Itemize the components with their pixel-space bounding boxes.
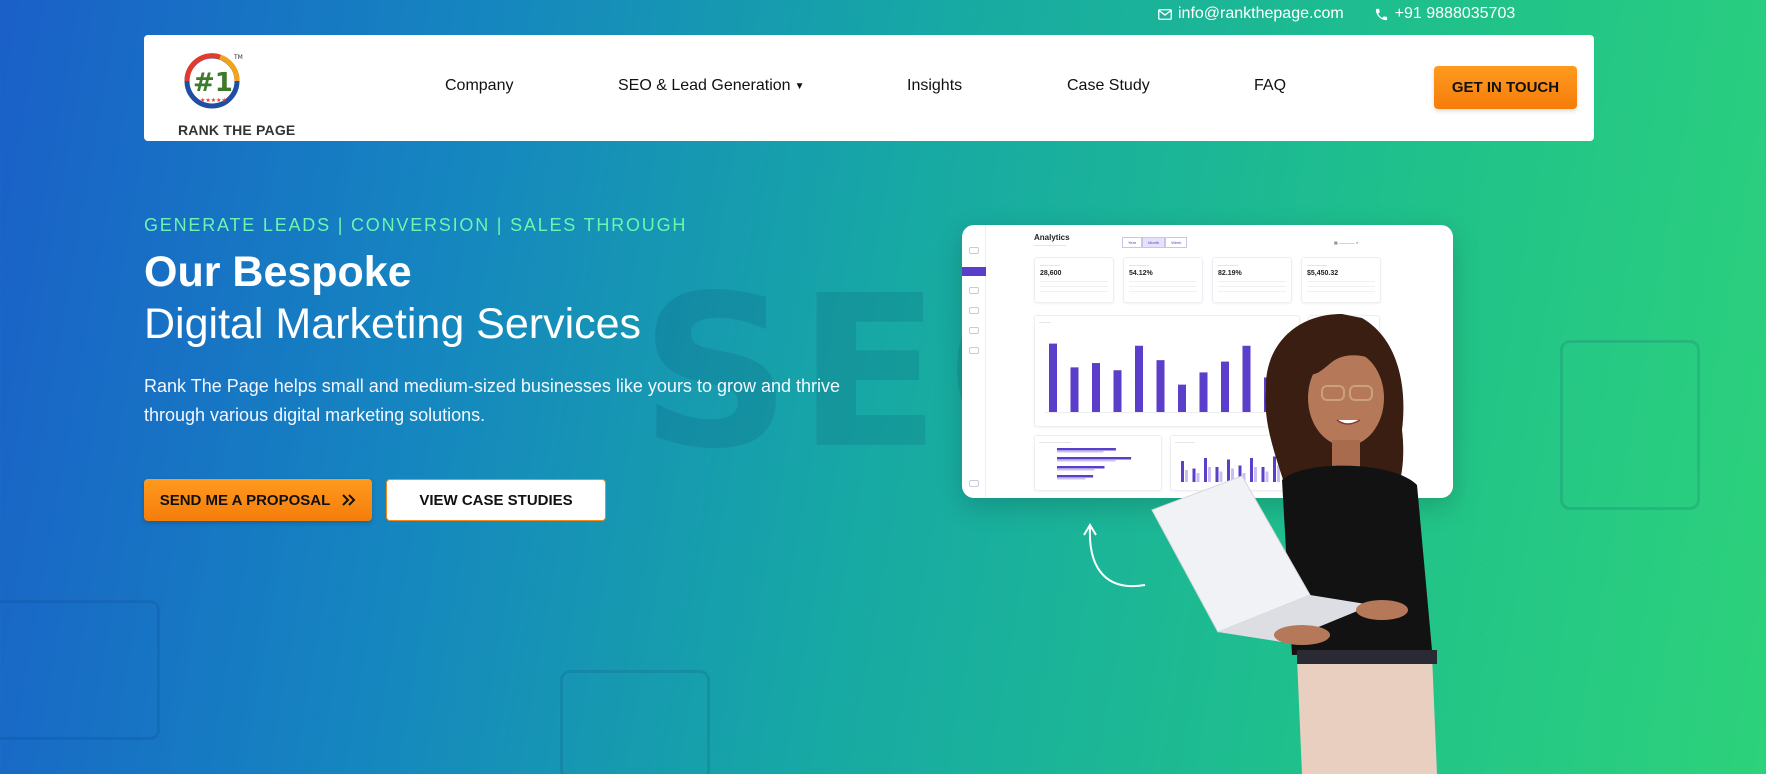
- chart-bar: [1070, 367, 1079, 412]
- nav-item-insights[interactable]: Insights: [907, 77, 962, 95]
- send-proposal-button[interactable]: SEND ME A PROPOSAL: [144, 479, 372, 521]
- nav-item-label: SEO & Lead Generation: [618, 77, 791, 94]
- site-header: #1 TM ★★★★★ RANK THE PAGE Company SEO & …: [144, 35, 1594, 141]
- chart-bar: [1057, 457, 1132, 460]
- nav-item-label: Case Study: [1067, 77, 1150, 94]
- nav-item-label: Insights: [907, 77, 963, 94]
- dashboard-date: ▦ ———— ⌕: [1334, 240, 1359, 245]
- dashboard-tab: Year: [1122, 237, 1143, 248]
- nav-item-label: Company: [445, 77, 514, 94]
- dashboard-tabs: Year Month Week: [1122, 237, 1188, 248]
- chart-bar: [1057, 469, 1095, 471]
- caret-down-icon: ▼: [794, 80, 805, 92]
- background-decoration: [560, 670, 710, 774]
- mail-icon: [1158, 8, 1172, 20]
- main-nav: Company SEO & Lead Generation ▼ Insights…: [144, 35, 1594, 141]
- email-link[interactable]: info@rankthepage.com: [1158, 5, 1344, 23]
- woman-with-laptop-image: [1151, 314, 1437, 774]
- hero-title-regular: Digital Marketing Services: [144, 300, 642, 348]
- dashboard-subtitle: ————————: [1034, 242, 1066, 247]
- kpi-value: 82.19%: [1218, 270, 1242, 277]
- phone-icon: [1375, 8, 1387, 20]
- kpi-value: 28,600: [1040, 270, 1062, 277]
- phone-link[interactable]: +91 9888035703: [1374, 5, 1516, 23]
- nav-item-company[interactable]: Company: [445, 77, 513, 95]
- phone-text: +91 9888035703: [1394, 5, 1516, 22]
- chart-bar: [1113, 370, 1122, 412]
- kpi-card: ————— $5,450.32: [1301, 257, 1381, 303]
- chart-bar: [1057, 466, 1105, 469]
- email-text: info@rankthepage.com: [1178, 5, 1344, 22]
- send-proposal-label: SEND ME A PROPOSAL: [159, 491, 331, 509]
- nav-item-case-study[interactable]: Case Study: [1067, 77, 1150, 95]
- dashboard-title: Analytics: [1034, 233, 1070, 242]
- chart-bar: [1057, 478, 1086, 480]
- nav-item-faq[interactable]: FAQ: [1254, 77, 1286, 95]
- chart-bar: [1057, 448, 1116, 451]
- chart-bar: [1057, 475, 1094, 478]
- hero-title-bold: Our Bespoke: [144, 248, 412, 296]
- dashboard-tab: Week: [1165, 237, 1188, 248]
- chart-bar: [1049, 343, 1057, 412]
- chart-bar: [1057, 460, 1116, 462]
- hero-eyebrow: GENERATE LEADS | CONVERSION | SALES THRO…: [144, 215, 688, 235]
- kpi-card: ————— 54.12%: [1123, 257, 1203, 303]
- view-case-studies-button[interactable]: VIEW CASE STUDIES: [386, 479, 606, 521]
- double-chevron-right-icon: [342, 494, 356, 506]
- background-decoration: [0, 600, 160, 740]
- dashboard-tab: Month: [1142, 237, 1166, 248]
- nav-item-seo-lead-generation[interactable]: SEO & Lead Generation ▼: [618, 77, 804, 95]
- chart-bar: [1092, 363, 1100, 412]
- kpi-card: ————— 28,600: [1034, 257, 1114, 303]
- get-in-touch-button[interactable]: GET IN TOUCH: [1434, 66, 1577, 109]
- nav-item-label: FAQ: [1254, 77, 1287, 94]
- background-decoration: [1560, 340, 1700, 510]
- kpi-value: 54.12%: [1129, 270, 1153, 277]
- kpi-value: $5,450.32: [1307, 270, 1339, 277]
- chart-bar: [1057, 451, 1104, 453]
- dashboard-sidebar: [962, 225, 986, 498]
- kpi-card: ————— 82.19%: [1212, 257, 1292, 303]
- hero-description: Rank The Page helps small and medium-siz…: [144, 376, 841, 425]
- contact-bar: info@rankthepage.com +91 9888035703: [1158, 0, 1515, 28]
